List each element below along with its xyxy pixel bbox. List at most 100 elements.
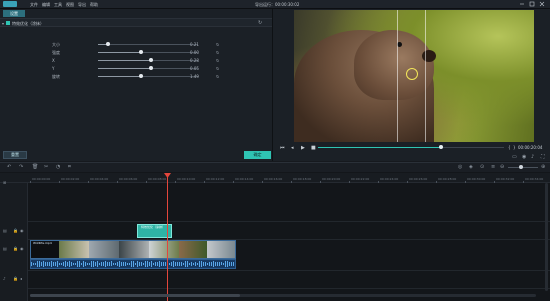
minimize-icon[interactable]	[519, 1, 525, 7]
ruler-label: 00:00:26:00	[409, 177, 428, 181]
waveform-bar	[141, 262, 142, 266]
fullscreen-icon[interactable]: ⛶	[541, 154, 545, 160]
marker-icon[interactable]: ◈	[469, 164, 473, 170]
property-label: Y	[52, 66, 55, 71]
property-value[interactable]: 0.00	[190, 50, 199, 55]
waveform-bar	[59, 262, 60, 266]
lock-icon[interactable]: 🔒	[13, 276, 18, 281]
prev-frame-icon[interactable]: ⏮	[280, 145, 285, 151]
waveform-bar	[61, 262, 62, 266]
property-value[interactable]: 0.21	[190, 42, 199, 47]
effect-enable-checkbox[interactable]	[6, 21, 10, 25]
waveform-bar	[69, 261, 70, 267]
mixer-icon[interactable]: ≡	[491, 164, 495, 170]
speed-icon[interactable]: ◔	[56, 164, 60, 170]
stop-icon[interactable]: ■	[311, 145, 316, 151]
marmot-head	[354, 30, 434, 100]
ruler-tick	[146, 181, 147, 183]
menu-help[interactable]: 帮助	[90, 2, 98, 8]
reset-button[interactable]: 重置	[3, 151, 27, 159]
property-value[interactable]: 0.28	[190, 58, 199, 63]
property-slider-fill	[98, 52, 141, 53]
crop-icon[interactable]: ⌗	[68, 164, 71, 170]
waveform-bar	[169, 262, 170, 266]
waveform-bar	[119, 260, 120, 268]
waveform-bar	[83, 261, 84, 267]
lock-icon[interactable]: 🔒	[13, 246, 18, 251]
redo-icon[interactable]: ↷	[19, 164, 23, 170]
eye-icon[interactable]: ◉	[20, 228, 24, 233]
property-slider[interactable]	[98, 44, 198, 45]
close-icon[interactable]	[539, 1, 545, 7]
mark-in-icon[interactable]: {	[508, 145, 511, 150]
reset-icon[interactable]: ↻	[216, 74, 219, 79]
menu-export[interactable]: 导出	[78, 2, 86, 8]
waveform-bar	[209, 262, 210, 266]
video-preview[interactable]	[294, 10, 534, 142]
property-slider-handle[interactable]	[149, 66, 153, 70]
effect-target-handle[interactable]	[406, 68, 418, 80]
ruler-tick	[465, 181, 466, 183]
timeline-h-scrollbar-thumb[interactable]	[30, 294, 240, 297]
reset-icon[interactable]: ↻	[216, 66, 219, 71]
property-value[interactable]: 1.49	[190, 74, 199, 79]
waveform-bar	[53, 261, 54, 267]
waveform-bar	[195, 262, 196, 266]
maximize-icon[interactable]	[529, 1, 535, 7]
tab-settings[interactable]: 设置	[3, 10, 25, 17]
menu-edit[interactable]: 编辑	[42, 2, 50, 8]
zoom-in-icon[interactable]: ⊕	[541, 164, 545, 170]
timeline-v-scrollbar[interactable]	[545, 183, 548, 291]
ruler-label: 00:00:04:00	[90, 177, 109, 181]
waveform-bar	[227, 260, 228, 268]
property-value[interactable]: 0.05	[190, 66, 199, 71]
ruler-label: 00:00:24:00	[380, 177, 399, 181]
zoom-slider[interactable]	[508, 167, 538, 168]
render-icon[interactable]: ◎	[458, 164, 462, 170]
chevron-down-icon[interactable]: ▾	[2, 21, 4, 26]
waveform-bar	[65, 260, 66, 268]
volume-icon[interactable]: ♪	[531, 154, 534, 160]
reset-icon[interactable]: ↻	[216, 58, 219, 63]
menu-view[interactable]: 视图	[66, 2, 74, 8]
waveform-bar	[125, 261, 126, 267]
waveform-bar	[155, 262, 156, 266]
waveform-bar	[107, 261, 108, 267]
zoom-out-icon[interactable]: ⊖	[500, 164, 504, 170]
zoom-slider-handle[interactable]	[519, 165, 523, 169]
speaker-icon[interactable]: ◂	[20, 276, 22, 281]
eye-icon[interactable]: ◉	[20, 246, 24, 251]
menu-tools[interactable]: 工具	[54, 2, 62, 8]
monitor-icon[interactable]: ▭	[512, 154, 517, 160]
menu-file[interactable]: 文件	[30, 2, 38, 8]
snapshot-icon[interactable]: ◉	[522, 154, 526, 160]
mic-icon[interactable]: ⊙	[480, 164, 484, 170]
mark-out-icon[interactable]: }	[513, 145, 516, 150]
waveform-bar	[109, 261, 110, 267]
preview-scrubber-handle[interactable]	[439, 145, 443, 149]
play-icon[interactable]: ▶	[301, 145, 305, 151]
property-slider-handle[interactable]	[139, 74, 143, 78]
effect-track-icon: ▤	[3, 228, 7, 233]
preview-scrubber-progress	[318, 147, 441, 148]
property-slider-handle[interactable]	[149, 58, 153, 62]
add-track-icon[interactable]: ⊞	[3, 180, 6, 185]
ruler-tick	[233, 181, 234, 183]
waveform-bar	[201, 261, 202, 267]
playhead[interactable]	[167, 175, 168, 301]
lock-icon[interactable]: 🔒	[13, 228, 18, 233]
waveform-bar	[199, 260, 200, 268]
undo-icon[interactable]: ↶	[7, 164, 11, 170]
reset-icon[interactable]: ↻	[216, 50, 219, 55]
waveform-bar	[47, 262, 48, 266]
reset-icon[interactable]: ↻	[258, 20, 262, 26]
ok-button[interactable]: 确定	[244, 151, 271, 159]
property-slider-handle[interactable]	[139, 50, 143, 54]
delete-icon[interactable]: 🗑	[32, 164, 38, 170]
cut-icon[interactable]: ✂	[44, 164, 48, 170]
ruler-tick	[204, 181, 205, 183]
reset-icon[interactable]: ↻	[216, 42, 219, 47]
step-back-icon[interactable]: ◂	[291, 145, 294, 151]
timeline-toolbar	[0, 163, 550, 172]
property-slider-handle[interactable]	[106, 42, 110, 46]
